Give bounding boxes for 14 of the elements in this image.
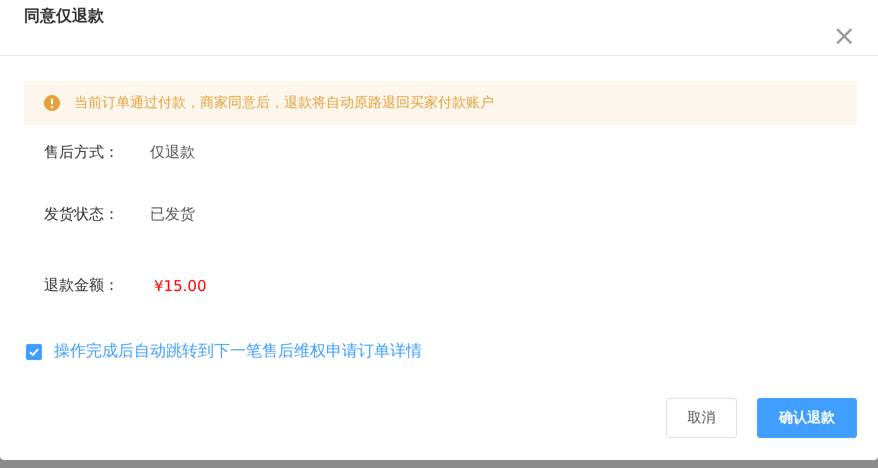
confirm-refund-button[interactable]: 确认退款 xyxy=(757,398,857,438)
checkbox[interactable] xyxy=(26,344,42,360)
field-label: 售后方式： xyxy=(44,142,120,162)
close-button[interactable]: × xyxy=(832,22,856,50)
checkbox-label[interactable]: 操作完成后自动跳转到下一笔售后维权申请订单详情 xyxy=(54,341,422,362)
field-value: 已发货 xyxy=(150,205,195,224)
cancel-button[interactable]: 取消 xyxy=(666,398,737,438)
field-label: 退款金额： xyxy=(44,276,120,295)
dialog-title: 同意仅退款 xyxy=(24,6,104,27)
field-value: 仅退款 xyxy=(150,142,195,162)
warning-icon xyxy=(44,95,60,111)
refund-amount: ¥15.00 xyxy=(153,276,206,294)
alert-text: 当前订单通过付款，商家同意后，退款将自动原路退回买家付款账户 xyxy=(74,94,494,112)
field-label: 发货状态： xyxy=(44,205,120,224)
